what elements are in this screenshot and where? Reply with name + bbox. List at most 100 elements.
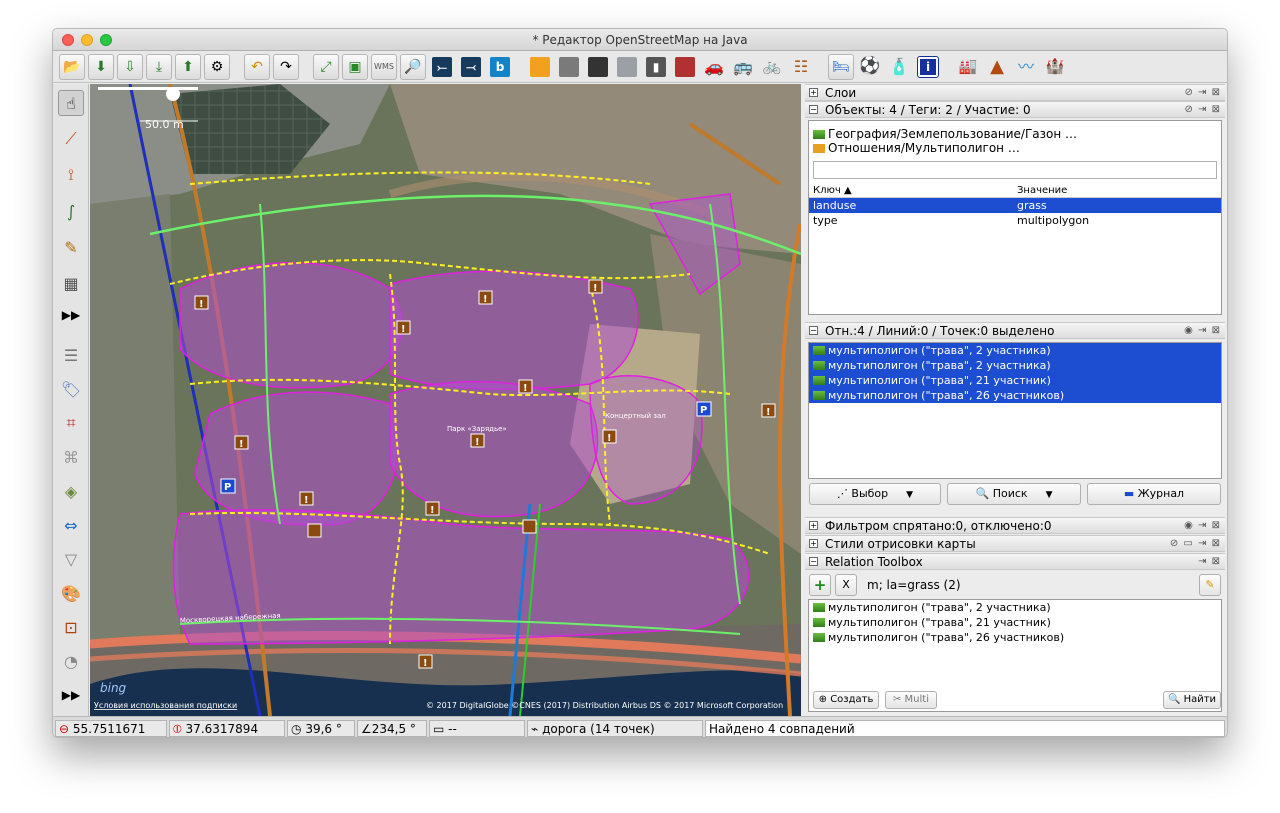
collapse-icon[interactable]: −: [809, 557, 818, 566]
road-grey-icon[interactable]: [556, 54, 582, 80]
conflict-icon[interactable]: ⇔: [58, 512, 84, 538]
minimize-window-button[interactable]: [81, 34, 93, 46]
measure-icon[interactable]: ⊡: [58, 614, 84, 640]
create-relation-button[interactable]: ⊕ Создать: [813, 691, 879, 709]
multi-button[interactable]: ✂ Multi: [885, 691, 937, 709]
chevron-down-icon[interactable]: ▼: [1046, 490, 1053, 500]
zoom-extent-icon[interactable]: ⤢: [313, 53, 339, 80]
open-icon[interactable]: 📂: [59, 53, 85, 80]
bing-icon[interactable]: b: [487, 54, 513, 80]
draw-line-icon[interactable]: ⟋: [58, 126, 84, 152]
chevron-down-icon[interactable]: ▼: [906, 490, 913, 500]
zoom-icon[interactable]: 🔎: [400, 53, 426, 80]
search-button[interactable]: 🔍 Поиск ▼: [947, 483, 1081, 505]
river-icon[interactable]: 〰: [1013, 54, 1039, 80]
more-tools-icon[interactable]: ▶▶: [58, 302, 84, 328]
football-icon[interactable]: ⚽: [857, 54, 883, 80]
list-item[interactable]: мультиполигон ("трава", 21 участник): [809, 373, 1221, 388]
upload-icon[interactable]: ⬆: [175, 53, 201, 80]
list-item[interactable]: мультиполигон ("трава", 26 участников): [809, 388, 1221, 403]
find-button[interactable]: 🔍 Найти: [1163, 691, 1221, 709]
map-style-icon[interactable]: 🎨: [58, 580, 84, 606]
road-primary-icon[interactable]: ⤚: [429, 54, 455, 80]
column-key[interactable]: Ключ ▲: [813, 184, 852, 198]
industrial-icon[interactable]: 🏭: [955, 54, 981, 80]
list-item[interactable]: мультиполигон ("трава", 2 участника): [809, 343, 1221, 358]
filter-panel-header[interactable]: + Фильтром спрятано:0, отключено:0 ◉ ⇥ ⊠: [805, 517, 1225, 534]
relation-toolbox-header[interactable]: − Relation Toolbox ⇥ ⊠: [805, 553, 1225, 570]
add-member-button[interactable]: +: [809, 574, 831, 596]
preferences-icon[interactable]: ⚙: [204, 53, 230, 80]
expand-icon[interactable]: +: [809, 539, 818, 548]
column-value[interactable]: Значение: [1017, 184, 1067, 198]
rail-icon[interactable]: [672, 54, 698, 80]
relations-toggle-icon[interactable]: ⌘: [58, 444, 84, 470]
road-secondary-icon[interactable]: ⤙: [458, 54, 484, 80]
shop-icon[interactable]: 🧴: [886, 54, 912, 80]
draw-node-icon[interactable]: ⟟: [58, 162, 84, 188]
traffic-light-icon[interactable]: ▮: [643, 54, 669, 80]
list-item[interactable]: мультиполигон ("трава", 2 участника): [809, 600, 1221, 615]
road-service-icon[interactable]: [614, 54, 640, 80]
more-panels-icon[interactable]: ▶▶: [58, 682, 84, 708]
info-icon[interactable]: i: [915, 54, 941, 80]
select-tool-icon[interactable]: ☝: [58, 90, 84, 116]
styles-panel-header[interactable]: + Стили отрисовки карты ⊘ ▭ ⇥ ⊠: [805, 535, 1225, 552]
validator-icon[interactable]: ◈: [58, 478, 84, 504]
pencil-icon[interactable]: ✎: [58, 234, 84, 260]
panel-controls-icon[interactable]: ⊘ ⇥ ⊠: [1185, 85, 1222, 101]
selection-toggle-icon[interactable]: ⌗: [58, 410, 84, 436]
road-yellow-icon[interactable]: [527, 54, 553, 80]
castle-icon[interactable]: 🏰: [1042, 54, 1068, 80]
panel-controls-icon[interactable]: ◉ ⇥ ⊠: [1184, 518, 1221, 534]
select-button[interactable]: ⋰ Выбор ▼: [809, 483, 941, 505]
bed-icon[interactable]: 🛏: [828, 53, 854, 80]
selection-panel-header[interactable]: − Отн.:4 / Линий:0 / Точек:0 выделено ◉ …: [805, 322, 1225, 339]
road-dark-icon[interactable]: [585, 54, 611, 80]
layers-toggle-icon[interactable]: ☰: [58, 342, 84, 368]
remove-member-button[interactable]: X: [835, 574, 857, 596]
preset-landuse[interactable]: География/Землепользование/Газон …: [813, 127, 1217, 141]
redo-icon[interactable]: ↷: [273, 53, 299, 80]
terms-link[interactable]: Условия использования подписки: [94, 701, 237, 710]
tag-row-selected[interactable]: landuse grass: [809, 198, 1221, 213]
tag-row[interactable]: type multipolygon: [809, 213, 1221, 228]
panel-controls-icon[interactable]: ⊘ ▭ ⇥ ⊠: [1170, 536, 1221, 552]
map-canvas[interactable]: !!! !!! !!! !!! P P 50.0 m Парк «Зарядье…: [90, 84, 801, 716]
fit-icon[interactable]: ▣: [342, 53, 368, 80]
panel-controls-icon[interactable]: ◉ ⇥ ⊠: [1184, 323, 1221, 339]
edit-relation-button[interactable]: ✎: [1199, 574, 1221, 596]
car-icon[interactable]: 🚗: [701, 54, 727, 80]
filter-icon[interactable]: ▽: [58, 546, 84, 572]
list-item[interactable]: мультиполигон ("трава", 26 участников): [809, 630, 1221, 645]
expand-icon[interactable]: +: [809, 88, 818, 97]
collapse-icon[interactable]: −: [809, 105, 818, 114]
history-button[interactable]: ▬ Журнал: [1087, 483, 1221, 505]
download-data-icon[interactable]: ⇩: [117, 53, 143, 80]
objects-panel-header[interactable]: − Объекты: 4 / Теги: 2 / Участие: 0 ⊘ ⇥ …: [805, 101, 1225, 118]
zoom-window-button[interactable]: [100, 34, 112, 46]
download-icon[interactable]: ⬇: [88, 53, 114, 80]
preset-multipolygon[interactable]: Отношения/Мультиполигон …: [813, 141, 1217, 155]
bus-icon[interactable]: 🚌: [730, 54, 756, 80]
bicycle-icon[interactable]: 🚲: [759, 54, 785, 80]
close-window-button[interactable]: [62, 34, 74, 46]
list-item[interactable]: мультиполигон ("трава", 2 участника): [809, 358, 1221, 373]
history-icon[interactable]: ◔: [58, 648, 84, 674]
tags-toggle-icon[interactable]: 🏷: [58, 376, 84, 402]
preset-search-input[interactable]: [813, 161, 1217, 179]
building-icon[interactable]: ▦: [58, 270, 84, 296]
wms-icon[interactable]: WMS: [371, 53, 397, 80]
expand-icon[interactable]: +: [809, 521, 818, 530]
panel-controls-icon[interactable]: ⊘ ⇥ ⊠: [1185, 102, 1222, 118]
list-item[interactable]: мультиполигон ("трава", 21 участник): [809, 615, 1221, 630]
collapse-icon[interactable]: −: [809, 326, 818, 335]
map-view[interactable]: !!! !!! !!! !!! P P 50.0 m Парк «Зарядье…: [90, 84, 801, 716]
undo-icon[interactable]: ↶: [244, 53, 270, 80]
panel-controls-icon[interactable]: ⇥ ⊠: [1198, 554, 1221, 570]
mountain-icon[interactable]: ▲: [984, 54, 1010, 80]
railway-icon[interactable]: ☷: [788, 54, 814, 80]
improve-way-icon[interactable]: ∫: [58, 198, 84, 224]
download-area-icon[interactable]: ⤓: [146, 53, 172, 80]
layers-panel-header[interactable]: + Слои ⊘ ⇥ ⊠: [805, 84, 1225, 101]
